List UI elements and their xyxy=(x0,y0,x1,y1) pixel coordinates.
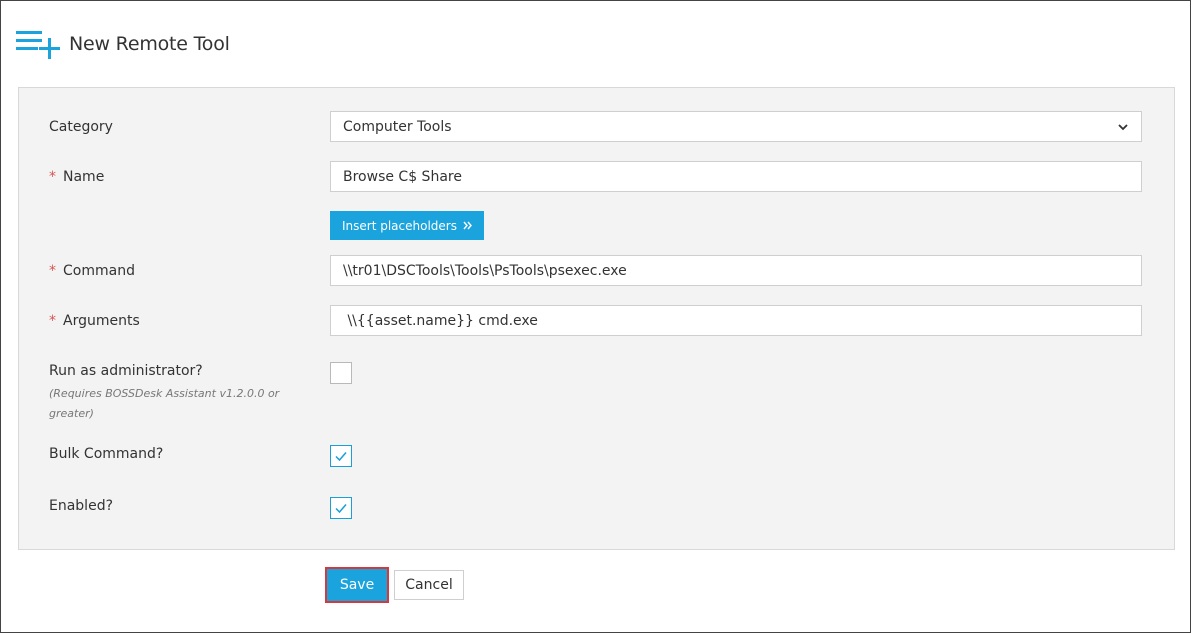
run-as-admin-label: Run as administrator? xyxy=(49,363,203,379)
category-select[interactable]: Computer Tools xyxy=(330,111,1142,142)
required-marker: * xyxy=(49,313,56,329)
double-chevron-right-icon xyxy=(463,221,472,230)
checkmark-icon xyxy=(335,452,347,462)
checkmark-icon xyxy=(335,504,347,514)
command-label: * Command xyxy=(49,263,135,279)
arguments-input[interactable] xyxy=(330,305,1142,336)
remote-tool-form: Category Computer Tools *Name Insert pla… xyxy=(18,87,1175,550)
run-as-admin-checkbox[interactable] xyxy=(330,362,352,384)
page-header: New Remote Tool xyxy=(16,28,230,60)
add-list-icon xyxy=(16,31,60,59)
required-marker: * xyxy=(49,169,56,185)
name-input[interactable] xyxy=(330,161,1142,192)
run-as-admin-note: (Requires BOSSDesk Assistant v1.2.0.0 or… xyxy=(49,387,280,420)
cancel-button[interactable]: Cancel xyxy=(394,570,464,600)
command-input[interactable] xyxy=(330,255,1142,286)
category-selected-value: Computer Tools xyxy=(343,118,452,135)
arguments-label: * Arguments xyxy=(49,313,140,329)
enabled-label: Enabled? xyxy=(49,498,114,514)
enabled-checkbox[interactable] xyxy=(330,497,352,519)
bulk-command-checkbox[interactable] xyxy=(330,445,352,467)
chevron-down-icon xyxy=(1118,123,1128,130)
category-label: Category xyxy=(49,119,113,135)
required-marker: * xyxy=(49,263,56,279)
insert-placeholders-button[interactable]: Insert placeholders xyxy=(330,211,484,240)
save-button[interactable]: Save xyxy=(325,567,389,603)
name-label: * Name xyxy=(49,169,105,185)
insert-placeholders-label: Insert placeholders xyxy=(342,218,457,233)
bulk-command-label: Bulk Command? xyxy=(49,446,164,462)
page-title: New Remote Tool xyxy=(69,33,230,55)
remote-tool-window: New Remote Tool Category Computer Tools … xyxy=(0,0,1191,633)
